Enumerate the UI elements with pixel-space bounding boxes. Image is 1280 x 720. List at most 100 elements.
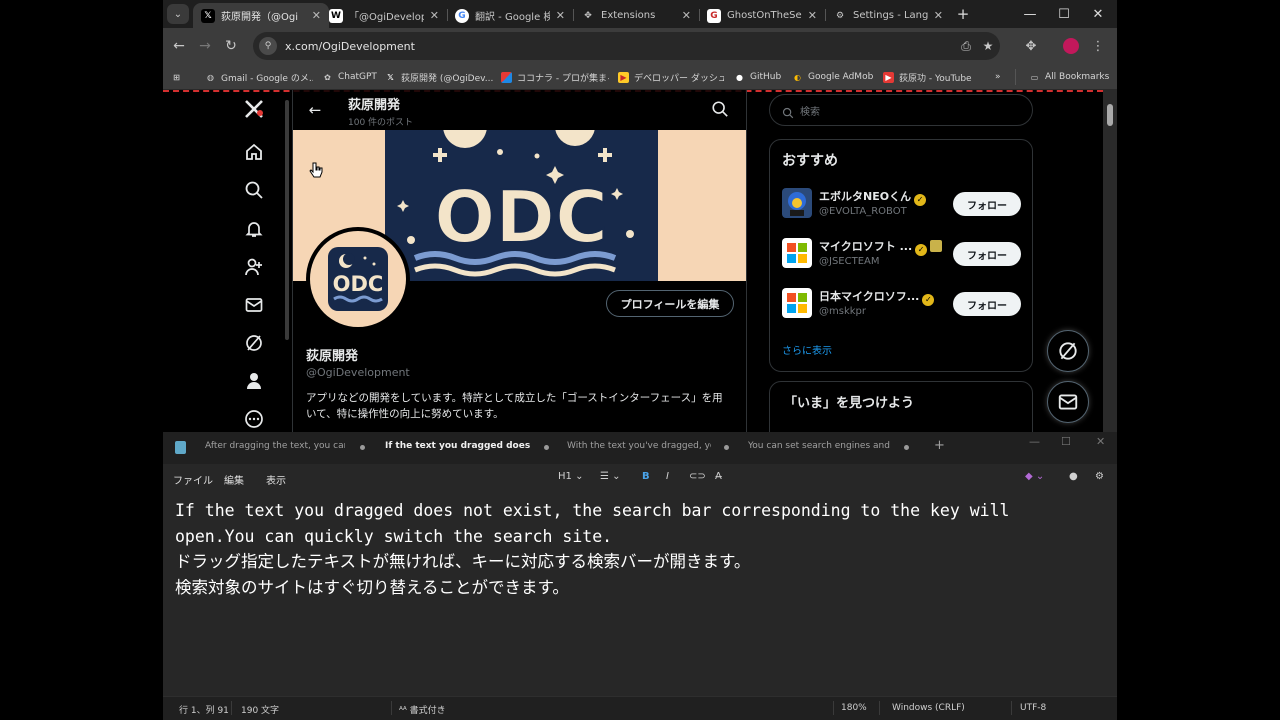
- tab-search-icon[interactable]: ⌄: [167, 4, 189, 24]
- site-info-icon[interactable]: ⚲: [259, 37, 277, 55]
- account-icon[interactable]: ●: [1069, 471, 1078, 482]
- unsaved-dot-icon[interactable]: [360, 445, 365, 450]
- menu-view[interactable]: 表示: [266, 472, 286, 487]
- bookmark-item[interactable]: 𝕏 荻原開発 (@OgiDev...: [385, 68, 493, 86]
- page-scrollbar[interactable]: [1103, 90, 1117, 432]
- grok-icon[interactable]: [243, 332, 265, 354]
- search-icon[interactable]: [711, 100, 731, 120]
- formatting-status[interactable]: ᴬᴬ 書式付き: [399, 703, 446, 716]
- add-user-icon[interactable]: [243, 256, 265, 278]
- close-window-icon[interactable]: ✕: [1083, 4, 1113, 24]
- forward-icon[interactable]: →: [195, 36, 215, 56]
- search-icon: [782, 104, 794, 119]
- follow-button[interactable]: フォロー: [953, 292, 1021, 316]
- menu-dots-icon[interactable]: ⋮: [1088, 36, 1108, 56]
- tab-close-icon[interactable]: ✕: [430, 9, 439, 22]
- recommendation-item[interactable]: マイクロソフト ... ✓ @JSECTEAM フォロー: [782, 232, 1022, 272]
- play-console-icon: ▶: [618, 71, 629, 83]
- new-tab-icon[interactable]: +: [953, 4, 973, 24]
- menu-file[interactable]: ファイル: [173, 472, 213, 487]
- new-tab-icon[interactable]: +: [934, 438, 945, 453]
- follow-button[interactable]: フォロー: [953, 192, 1021, 216]
- bookmarks-overflow-icon[interactable]: »: [995, 68, 1001, 86]
- back-icon[interactable]: ←: [169, 36, 189, 56]
- profile-person-icon[interactable]: [243, 370, 265, 392]
- url-text[interactable]: x.com/OgiDevelopment: [285, 40, 415, 53]
- browser-tab[interactable]: W 「@OgiDevelopme ✕: [321, 3, 447, 28]
- address-bar[interactable]: ⚲ x.com/OgiDevelopment ⎙ ★: [253, 32, 1000, 60]
- tab-close-icon[interactable]: ✕: [682, 9, 691, 22]
- profile-handle: @OgiDevelopment: [306, 366, 410, 379]
- notepad-editor-text[interactable]: If the text you dragged does not exist, …: [175, 498, 1105, 600]
- edit-profile-button[interactable]: プロフィールを編集: [606, 290, 734, 317]
- all-bookmarks-button[interactable]: ▭ All Bookmarks: [1029, 68, 1115, 86]
- notifications-bell-icon[interactable]: [243, 218, 265, 240]
- close-window-icon[interactable]: ✕: [1096, 435, 1105, 448]
- bookmark-item[interactable]: ▶ 荻原功 - YouTube: [883, 68, 975, 86]
- extensions-icon[interactable]: ✥: [1021, 36, 1041, 56]
- bookmark-item[interactable]: ココナラ - プロが集まる...: [501, 68, 609, 86]
- follow-button[interactable]: フォロー: [953, 242, 1021, 266]
- browser-tab[interactable]: G 翻訳 - Google 検索 ✕: [447, 3, 573, 28]
- clear-format-icon[interactable]: A̶: [715, 471, 722, 482]
- link-icon[interactable]: ⊂⊃: [689, 471, 706, 482]
- profile-avatar[interactable]: [1063, 38, 1079, 54]
- scrollbar-thumb[interactable]: [1107, 104, 1113, 126]
- heading-dropdown[interactable]: H1 ⌄: [558, 471, 583, 482]
- menu-edit[interactable]: 編集: [224, 472, 244, 487]
- tab-close-icon[interactable]: ✕: [808, 9, 817, 22]
- bookmark-item[interactable]: ✿ ChatGPT: [322, 68, 378, 86]
- unsaved-dot-icon[interactable]: [904, 445, 909, 450]
- bold-icon[interactable]: B: [642, 471, 650, 482]
- tab-close-icon[interactable]: ✕: [934, 9, 943, 22]
- line-ending[interactable]: Windows (CRLF): [892, 703, 965, 713]
- notepad-tab[interactable]: After dragging the text, you can se: [205, 441, 345, 451]
- x-search-input[interactable]: 検索: [769, 94, 1033, 126]
- bookmark-star-icon[interactable]: ★: [979, 37, 997, 55]
- bookmark-item[interactable]: ◐ Google AdMob: [792, 68, 874, 86]
- show-more-link[interactable]: さらに表示: [782, 342, 832, 357]
- messages-mail-icon[interactable]: [243, 294, 265, 316]
- tab-close-icon[interactable]: ✕: [312, 9, 321, 22]
- bookmark-item[interactable]: ● GitHub: [734, 68, 784, 86]
- maximize-icon[interactable]: ☐: [1049, 4, 1079, 24]
- tab-close-icon[interactable]: ✕: [556, 9, 565, 22]
- browser-tab[interactable]: ✥ Extensions ✕: [573, 3, 699, 28]
- apps-grid-icon[interactable]: ⊞: [171, 68, 182, 86]
- nav-scrollbar[interactable]: [285, 100, 289, 340]
- notepad-tab-active[interactable]: If the text you dragged does not ex: [385, 441, 533, 451]
- messages-fab-icon[interactable]: [1047, 381, 1089, 423]
- browser-tab[interactable]: ⚙ Settings - Langua ✕: [825, 3, 951, 28]
- microsoft-logo-icon: [782, 288, 812, 318]
- copilot-icon[interactable]: ◆ ⌄: [1025, 471, 1044, 482]
- italic-icon[interactable]: I: [666, 471, 669, 482]
- back-arrow-icon[interactable]: ←: [305, 100, 325, 120]
- x-logo-icon[interactable]: [243, 98, 265, 120]
- reload-icon[interactable]: ↻: [221, 36, 241, 56]
- browser-tab[interactable]: G GhostOnTheSearc ✕: [699, 3, 825, 28]
- profile-avatar-image[interactable]: ODC: [310, 231, 406, 327]
- bookmark-item[interactable]: ▶ デベロッパー ダッシュボ...: [618, 68, 724, 86]
- encoding[interactable]: UTF-8: [1020, 703, 1046, 713]
- home-icon[interactable]: [243, 141, 265, 163]
- recommendation-item[interactable]: 日本マイクロソフ... ✓ @mskkpr フォロー: [782, 282, 1022, 322]
- minimize-icon[interactable]: —: [1015, 4, 1045, 24]
- zoom-level[interactable]: 180%: [841, 703, 867, 713]
- minimize-icon[interactable]: —: [1029, 435, 1040, 448]
- more-circle-icon[interactable]: [243, 408, 265, 430]
- notepad-window: After dragging the text, you can se If t…: [163, 432, 1117, 720]
- notepad-app-icon: [175, 441, 186, 454]
- unsaved-dot-icon[interactable]: [724, 445, 729, 450]
- maximize-icon[interactable]: ☐: [1061, 435, 1071, 448]
- install-app-icon[interactable]: ⎙: [957, 37, 975, 55]
- unsaved-dot-icon[interactable]: [544, 445, 549, 450]
- bookmark-item[interactable]: ◍ Gmail - Google のメ...: [205, 68, 313, 86]
- recommendation-item[interactable]: エボルタNEOくん ✓ @EVOLTA_ROBOT フォロー: [782, 182, 1022, 222]
- list-dropdown-icon[interactable]: ☰ ⌄: [600, 471, 621, 482]
- settings-gear-icon[interactable]: ⚙: [1095, 471, 1104, 482]
- grok-fab-icon[interactable]: [1047, 330, 1089, 372]
- explore-search-icon[interactable]: [243, 179, 265, 201]
- notepad-tab[interactable]: With the text you've dragged, you c: [567, 441, 711, 451]
- browser-tab[interactable]: 𝕏 荻原開発（@Ogi ✕: [193, 3, 329, 28]
- notepad-tab[interactable]: You can set search engines and site: [748, 441, 893, 451]
